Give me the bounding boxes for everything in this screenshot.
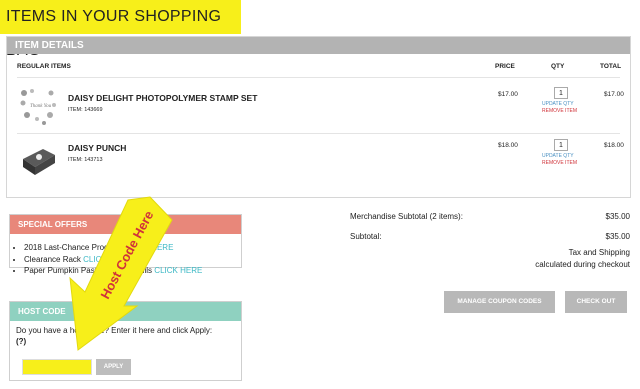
daisy-punch-thumbnail[interactable] — [17, 139, 59, 181]
merch-subtotal-label: Merchandise Subtotal (2 items): — [350, 212, 463, 221]
subtotal-label: Subtotal: — [350, 232, 382, 241]
manage-coupon-codes-button[interactable]: MANAGE COUPON CODES — [444, 291, 555, 313]
click-here-link[interactable]: CLICK HERE — [154, 266, 202, 275]
product-price: $17.00 — [498, 91, 518, 98]
host-code-panel: HOST CODE Do you have a host code? Enter… — [9, 301, 242, 381]
stamp-set-thumbnail[interactable]: Thank You — [17, 85, 59, 127]
divider — [17, 77, 620, 78]
check-out-button[interactable]: CHECK OUT — [565, 291, 627, 313]
update-qty-link[interactable]: UPDATE QTY — [542, 101, 574, 107]
apply-button[interactable]: APPLY — [96, 359, 131, 375]
col-regular-items: REGULAR ITEMS — [17, 63, 71, 70]
merch-subtotal-value: $35.00 — [605, 212, 630, 221]
product-total: $18.00 — [604, 142, 624, 149]
product-name[interactable]: DAISY DELIGHT PHOTOPOLYMER STAMP SET — [68, 93, 257, 103]
list-item: 2018 Last-Chance Products CLICK HERE — [24, 242, 241, 254]
remove-item-link[interactable]: REMOVE ITEM — [542, 160, 577, 166]
quantity-input[interactable]: 1 — [554, 87, 568, 99]
table-row: DAISY PUNCH ITEM: 143713 $18.00 1 UPDATE… — [7, 137, 630, 187]
product-item-number: ITEM: 143713 — [68, 157, 103, 163]
product-item-number: ITEM: 143669 — [68, 107, 103, 113]
product-name[interactable]: DAISY PUNCH — [68, 143, 126, 153]
product-total: $17.00 — [604, 91, 624, 98]
subtotal-value: $35.00 — [605, 232, 630, 241]
item-details-header: ITEM DETAILS — [7, 37, 630, 54]
host-code-header: HOST CODE — [10, 302, 241, 321]
special-offers-list: 2018 Last-Chance Products CLICK HERE Cle… — [24, 242, 241, 277]
divider — [17, 133, 620, 134]
col-qty: QTY — [551, 63, 565, 70]
list-item: Clearance Rack CLICK HERE — [24, 254, 241, 266]
update-qty-link[interactable]: UPDATE QTY — [542, 153, 574, 159]
tax-shipping-line: calculated during checkout — [535, 260, 630, 269]
list-item: Paper Pumpkin Past Kits and Refills CLIC… — [24, 265, 241, 277]
item-details-panel: ITEM DETAILS REGULAR ITEMS PRICE QTY TOT… — [6, 36, 631, 198]
click-here-link[interactable]: CLICK HERE — [83, 255, 131, 264]
help-link[interactable]: (?) — [16, 337, 26, 346]
page-title: ITEMS IN YOUR SHOPPING BAG — [0, 0, 241, 59]
host-code-prompt: Do you have a host code? Enter it here a… — [16, 326, 213, 346]
product-price: $18.00 — [498, 142, 518, 149]
table-row: Thank You DAISY DELIGHT PHOTOPOLYMER STA… — [7, 83, 630, 133]
special-offers-header: SPECIAL OFFERS — [10, 215, 241, 234]
col-total: TOTAL — [600, 63, 622, 70]
tax-shipping-line: Tax and Shipping — [568, 248, 630, 257]
quantity-input[interactable]: 1 — [554, 139, 568, 151]
click-here-link[interactable]: CLICK HERE — [125, 243, 173, 252]
col-price: PRICE — [495, 63, 515, 70]
special-offers-panel: SPECIAL OFFERS 2018 Last-Chance Products… — [9, 214, 242, 275]
column-headers: REGULAR ITEMS PRICE QTY TOTAL — [7, 63, 630, 75]
svg-text:Thank You: Thank You — [30, 104, 52, 109]
remove-item-link[interactable]: REMOVE ITEM — [542, 108, 577, 114]
host-code-input[interactable] — [22, 359, 92, 375]
